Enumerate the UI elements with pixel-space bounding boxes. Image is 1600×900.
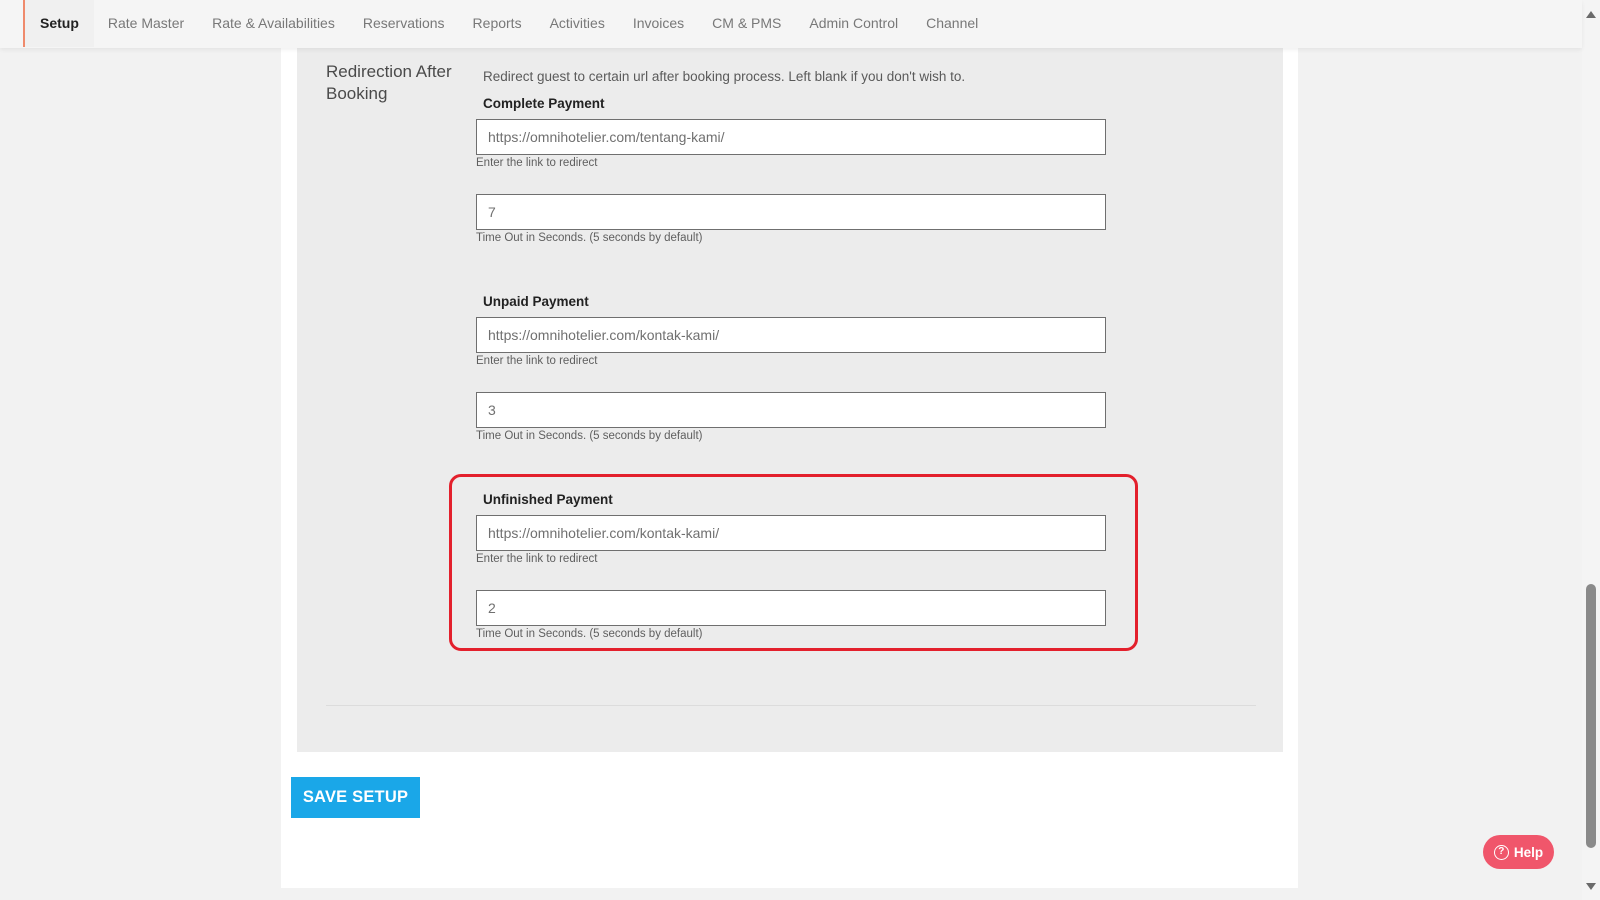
tab-channel[interactable]: Channel <box>912 0 992 47</box>
complete-payment-timeout-help: Time Out in Seconds. (5 seconds by defau… <box>476 232 703 244</box>
unfinished-payment-label: Unfinished Payment <box>483 492 613 507</box>
complete-payment-timeout-input[interactable] <box>476 194 1106 230</box>
unpaid-payment-timeout-input[interactable] <box>476 392 1106 428</box>
top-navigation: Setup Rate Master Rate & Availabilities … <box>0 0 1582 48</box>
tab-cm-pms[interactable]: CM & PMS <box>698 0 795 47</box>
unfinished-payment-timeout-help: Time Out in Seconds. (5 seconds by defau… <box>476 628 703 640</box>
tab-setup[interactable]: Setup <box>25 0 94 47</box>
page-scrollbar[interactable] <box>1582 0 1600 900</box>
unpaid-payment-url-input[interactable] <box>476 317 1106 353</box>
help-label: Help <box>1513 844 1544 860</box>
tab-reports[interactable]: Reports <box>459 0 536 47</box>
tab-admin-control[interactable]: Admin Control <box>795 0 912 47</box>
unfinished-payment-timeout-input[interactable] <box>476 590 1106 626</box>
tab-reservations[interactable]: Reservations <box>349 0 459 47</box>
section-title: Redirection After Booking <box>326 62 452 103</box>
tab-rate-master[interactable]: Rate Master <box>94 0 198 47</box>
nav-tabs: Setup Rate Master Rate & Availabilities … <box>25 0 992 47</box>
scrollbar-thumb[interactable] <box>1586 584 1596 848</box>
save-setup-button[interactable]: SAVE SETUP <box>291 777 420 818</box>
section-description: Redirect guest to certain url after book… <box>483 69 966 84</box>
tab-rate-availabilities[interactable]: Rate & Availabilities <box>198 0 349 47</box>
scroll-down-arrow-icon[interactable] <box>1582 878 1600 894</box>
question-circle-icon: ? <box>1493 844 1509 860</box>
unpaid-payment-timeout-help: Time Out in Seconds. (5 seconds by defau… <box>476 430 703 442</box>
complete-payment-label: Complete Payment <box>483 96 605 111</box>
scroll-up-arrow-icon[interactable] <box>1582 6 1600 22</box>
section-divider <box>326 705 1256 706</box>
unpaid-payment-label: Unpaid Payment <box>483 294 589 309</box>
complete-payment-url-help: Enter the link to redirect <box>476 157 598 169</box>
tab-activities[interactable]: Activities <box>536 0 619 47</box>
tab-invoices[interactable]: Invoices <box>619 0 698 47</box>
unfinished-payment-url-help: Enter the link to redirect <box>476 553 598 565</box>
help-button[interactable]: ? Help <box>1483 835 1554 869</box>
unfinished-payment-url-input[interactable] <box>476 515 1106 551</box>
complete-payment-url-input[interactable] <box>476 119 1106 155</box>
unpaid-payment-url-help: Enter the link to redirect <box>476 355 598 367</box>
